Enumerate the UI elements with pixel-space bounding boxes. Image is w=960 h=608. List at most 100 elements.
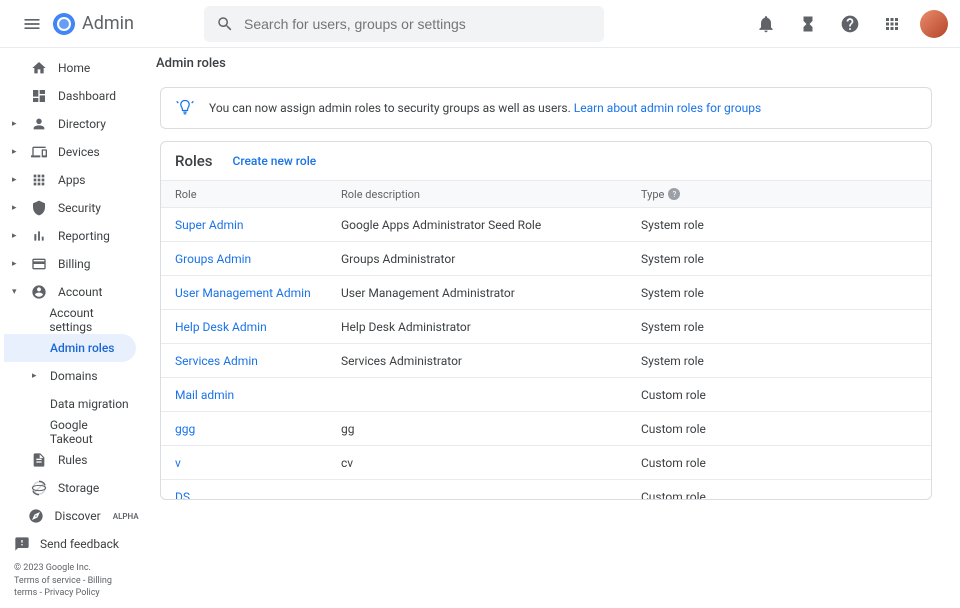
banner-text: You can now assign admin roles to securi… — [209, 101, 571, 115]
chevron-icon: ▸ — [12, 259, 20, 269]
feedback-label: Send feedback — [40, 537, 119, 551]
home-icon — [30, 59, 48, 77]
nav-label: Domains — [50, 369, 98, 383]
role-name-link[interactable]: ggg — [161, 422, 341, 436]
role-type: System role — [641, 218, 931, 232]
billing-icon — [30, 255, 48, 273]
nav-label: Account settings — [49, 306, 132, 334]
role-name-link[interactable]: Groups Admin — [161, 252, 341, 266]
col-type[interactable]: Type ? — [641, 188, 931, 201]
col-description[interactable]: Role description — [341, 188, 641, 201]
legal-footer: © 2023 Google Inc. Terms of service - Bi… — [4, 558, 136, 608]
chevron-icon: ▾ — [12, 287, 20, 297]
table-row[interactable]: Help Desk AdminHelp Desk AdministratorSy… — [161, 310, 931, 344]
nav-label: Dashboard — [58, 89, 116, 103]
sidebar-item-home[interactable]: ▸Home — [4, 54, 136, 82]
sidebar-item-storage[interactable]: ▸Storage — [4, 474, 136, 502]
type-help-icon[interactable]: ? — [668, 188, 680, 200]
sidebar-item-discover[interactable]: ▸DiscoverALPHA — [4, 502, 136, 530]
role-type: System role — [641, 354, 931, 368]
banner-learn-link[interactable]: Learn about admin roles for groups — [574, 101, 761, 115]
tasks-button[interactable] — [790, 6, 826, 42]
table-row[interactable]: Groups AdminGroups AdministratorSystem r… — [161, 242, 931, 276]
hourglass-icon — [799, 15, 817, 33]
nav-label: Discover — [55, 509, 101, 523]
notifications-button[interactable] — [748, 6, 784, 42]
role-name-link[interactable]: DS — [161, 490, 341, 501]
nav-label: Directory — [58, 117, 106, 131]
nav-label: Apps — [58, 173, 86, 187]
role-type: Custom role — [641, 490, 931, 501]
nav-label: Reporting — [58, 229, 110, 243]
role-name-link[interactable]: v — [161, 456, 341, 470]
reporting-icon — [30, 227, 48, 245]
sidebar-item-security[interactable]: ▸Security — [4, 194, 136, 222]
devices-icon — [30, 143, 48, 161]
sidebar-item-directory[interactable]: ▸Directory — [4, 110, 136, 138]
role-name-link[interactable]: Super Admin — [161, 218, 341, 232]
apps-icon — [30, 171, 48, 189]
table-row[interactable]: User Management AdminUser Management Adm… — [161, 276, 931, 310]
bell-icon — [756, 14, 776, 34]
chevron-icon: ▸ — [12, 147, 20, 157]
terms-link[interactable]: Terms of service — [14, 576, 81, 586]
table-row[interactable]: gggggCustom role — [161, 412, 931, 446]
info-banner: You can now assign admin roles to securi… — [160, 87, 932, 129]
sidebar-item-devices[interactable]: ▸ Devices — [4, 138, 136, 166]
sidebar-item-admin-roles[interactable]: ▸Admin roles — [4, 334, 136, 362]
sidebar-item-apps[interactable]: ▸ Apps — [4, 166, 136, 194]
col-role[interactable]: Role — [161, 188, 341, 201]
table-header-row: Role Role description Type ? — [161, 180, 931, 208]
apps-launcher-button[interactable] — [874, 6, 910, 42]
role-type: Custom role — [641, 456, 931, 470]
role-name-link[interactable]: Services Admin — [161, 354, 341, 368]
sidebar-item-dashboard[interactable]: ▸Dashboard — [4, 82, 136, 110]
create-role-button[interactable]: Create new role — [233, 154, 317, 168]
security-icon — [30, 199, 48, 217]
role-name-link[interactable]: Mail admin — [161, 388, 341, 402]
sidebar-item-reporting[interactable]: ▸Reporting — [4, 222, 136, 250]
privacy-link[interactable]: Privacy Policy — [44, 588, 99, 598]
table-row[interactable]: Super AdminGoogle Apps Administrator See… — [161, 208, 931, 242]
sidebar-item-rules[interactable]: ▸Rules — [4, 446, 136, 474]
app-name: Admin — [82, 13, 134, 34]
nav-label: Devices — [58, 145, 100, 159]
nav-label: Admin roles — [50, 341, 114, 355]
sidebar-item-domains[interactable]: ▸Domains — [4, 362, 136, 390]
nav-label: Storage — [58, 481, 99, 495]
logo-area[interactable]: Admin — [52, 12, 134, 36]
sidebar-item-google-takeout[interactable]: ▸Google Takeout — [4, 418, 136, 446]
table-row[interactable]: DS Custom role — [161, 480, 931, 500]
search-bar[interactable] — [204, 6, 604, 42]
role-name-link[interactable]: Help Desk Admin — [161, 320, 341, 334]
nav-label: Billing — [58, 257, 91, 271]
chevron-icon: ▸ — [12, 175, 20, 185]
role-name-link[interactable]: User Management Admin — [161, 286, 341, 300]
sidebar-item-account[interactable]: ▾Account — [4, 278, 136, 306]
role-description: Services Administrator — [341, 354, 641, 368]
send-feedback-button[interactable]: Send feedback — [4, 530, 136, 558]
account-avatar[interactable] — [920, 10, 948, 38]
nav-label: Security — [58, 201, 101, 215]
roles-card: Roles Create new role Role Role descript… — [160, 141, 932, 500]
main-menu-button[interactable] — [12, 4, 52, 44]
help-icon — [840, 14, 860, 34]
search-input[interactable] — [244, 16, 592, 32]
admin-logo-icon — [52, 12, 76, 36]
sidebar: ▸Home▸Dashboard▸Directory▸Devices▸Apps▸S… — [0, 48, 140, 516]
sidebar-item-billing[interactable]: ▸ Billing — [4, 250, 136, 278]
help-button[interactable] — [832, 6, 868, 42]
role-type: System role — [641, 252, 931, 266]
table-row[interactable]: Mail adminCustom role — [161, 378, 931, 412]
table-row[interactable]: Services AdminServices AdministratorSyst… — [161, 344, 931, 378]
sidebar-item-data-migration[interactable]: ▸Data migration — [4, 390, 136, 418]
nav-label: Rules — [58, 453, 87, 467]
apps-grid-icon — [883, 15, 901, 33]
card-title: Roles — [175, 152, 213, 170]
nav-label: Home — [58, 61, 90, 75]
sidebar-item-account-settings[interactable]: ▸Account settings — [4, 306, 136, 334]
main-content: Admin roles You can now assign admin rol… — [140, 48, 960, 516]
role-type: System role — [641, 320, 931, 334]
table-row[interactable]: vcvCustom role — [161, 446, 931, 480]
role-description: Google Apps Administrator Seed Role — [341, 218, 641, 232]
